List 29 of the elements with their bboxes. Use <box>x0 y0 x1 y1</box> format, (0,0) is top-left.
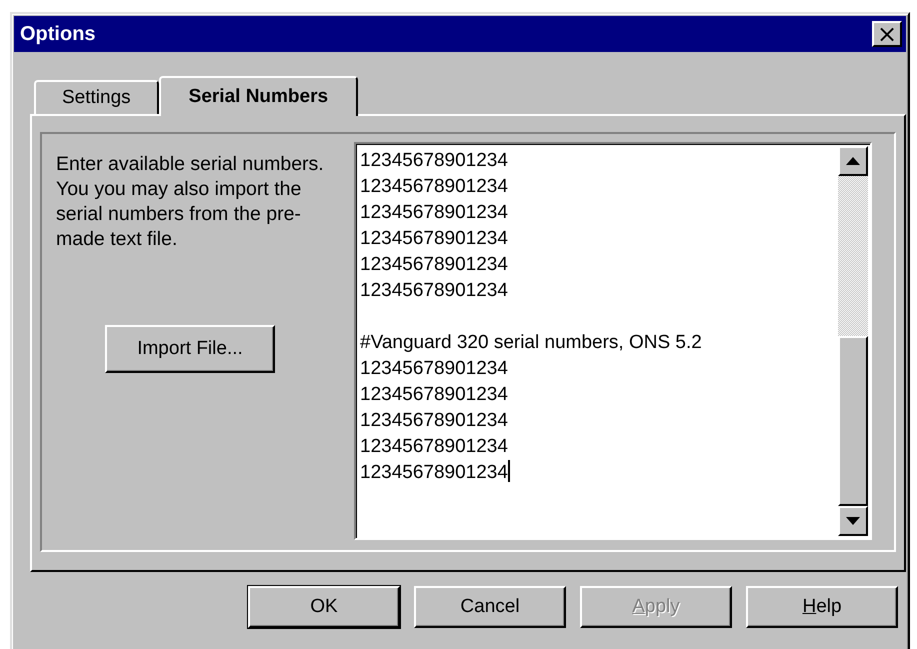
import-file-button[interactable]: Import File... <box>105 325 275 373</box>
close-button[interactable]: × <box>872 21 902 47</box>
dialog-button[interactable]: Cancel <box>414 586 566 628</box>
window-title: Options <box>20 22 96 46</box>
text-line: 12345678901234 <box>360 357 509 381</box>
text-line: 12345678901234 <box>360 435 509 459</box>
up-arrow-icon <box>846 157 860 165</box>
text-line: 12345678901234 <box>360 460 511 485</box>
text-line: 12345678901234 <box>360 279 509 303</box>
serial-numbers-field[interactable] <box>354 142 872 540</box>
text-line: 12345678901234 <box>360 175 509 199</box>
scroll-thumb[interactable] <box>838 336 868 506</box>
text-line: 12345678901234 <box>360 149 509 173</box>
scroll-up-button[interactable] <box>838 146 868 176</box>
text-line: 12345678901234 <box>360 201 509 225</box>
dialog-button[interactable]: OK <box>248 586 400 628</box>
text-line: 12345678901234 <box>360 383 509 407</box>
text-line: 12345678901234 <box>360 409 509 433</box>
scroll-down-button[interactable] <box>838 506 868 536</box>
text-line: #Vanguard 320 serial numbers, ONS 5.2 <box>360 331 703 355</box>
dialog-button[interactable]: Help <box>746 586 898 628</box>
scrollbar[interactable] <box>838 146 868 536</box>
tab[interactable]: Serial Numbers <box>158 76 358 116</box>
text-caret <box>508 460 510 482</box>
down-arrow-icon <box>846 517 860 525</box>
tab[interactable]: Settings <box>34 80 159 114</box>
text-line: 12345678901234 <box>360 227 509 251</box>
text-line: 12345678901234 <box>360 253 509 277</box>
instruction-text: Enter available serial numbers. You you may also import the serial numbers from the pre-made text file. <box>56 152 325 252</box>
